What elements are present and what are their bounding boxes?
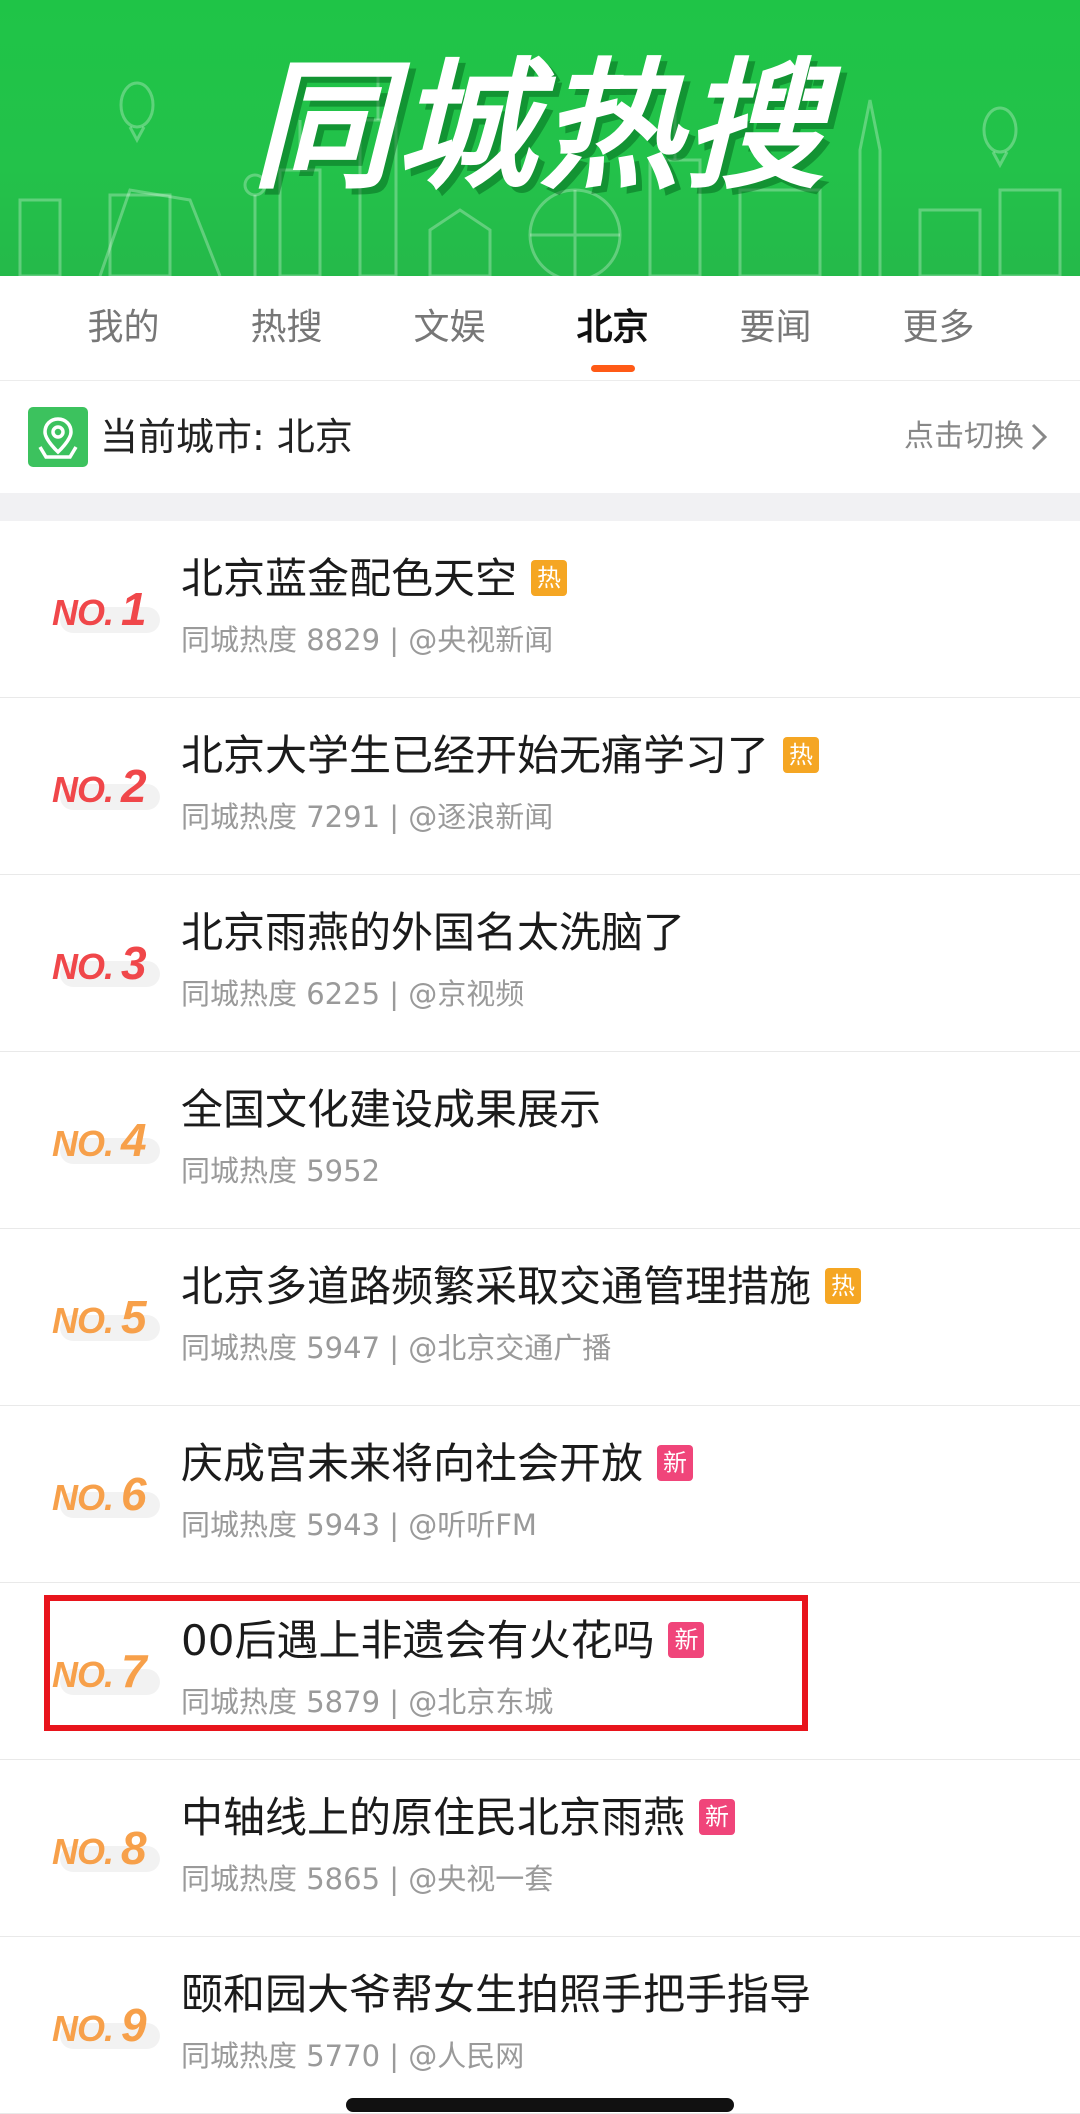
new-badge: 新 [699, 1798, 736, 1835]
tab-hot-search[interactable]: 热搜 [205, 276, 368, 380]
new-badge: 新 [657, 1444, 694, 1481]
rank-label: NO. 1 [50, 577, 170, 641]
list-item[interactable]: NO. 2 北京大学生已经开始无痛学习了热 同城热度 7291 | @逐浪新闻 [0, 698, 1080, 875]
list-item[interactable]: NO. 8 中轴线上的原住民北京雨燕新 同城热度 5865 | @央视一套 [0, 1760, 1080, 1937]
switch-city-link[interactable]: 点击切换 [904, 415, 1024, 459]
list-item[interactable]: NO. 9 颐和园大爷帮女生拍照手把手指导 同城热度 5770 | @人民网 [0, 1937, 1080, 2114]
location-map-icon [28, 407, 88, 467]
highlight-box [44, 1595, 808, 1731]
hot-search-list: NO. 1 北京蓝金配色天空热 同城热度 8829 | @央视新闻 NO. 2 北京… [0, 521, 1080, 2114]
item-meta: 同城热度 5865 | @央视一套 [181, 1862, 554, 1896]
item-meta: 同城热度 7291 | @逐浪新闻 [181, 800, 554, 834]
item-title: 全国文化建设成果展示 [181, 1085, 602, 1134]
rank-label: NO. 3 [50, 931, 170, 995]
current-city-bar[interactable]: 当前城市: 北京 点击切换 [0, 381, 1080, 493]
tab-news[interactable]: 要闻 [694, 276, 857, 380]
item-title: 北京多道路频繁采取交通管理措施热 [181, 1257, 862, 1317]
rank-label: NO. 5 [50, 1285, 170, 1349]
hot-badge: 热 [783, 736, 820, 773]
rank-label: NO. 8 [50, 1816, 170, 1880]
item-title: 庆成宫未来将向社会开放新 [181, 1434, 694, 1494]
item-meta: 同城热度 8829 | @央视新闻 [181, 623, 554, 657]
banner-title: 同城热搜 [251, 46, 828, 209]
item-meta: 同城热度 5947 | @北京交通广播 [181, 1331, 612, 1365]
hot-badge: 热 [531, 559, 568, 596]
item-meta: 同城热度 5770 | @人民网 [181, 2039, 525, 2073]
item-meta: 同城热度 5943 | @听听FM [181, 1508, 537, 1542]
item-meta: 同城热度 6225 | @京视频 [181, 977, 525, 1011]
tab-more[interactable]: 更多 [857, 276, 1020, 380]
current-city-label: 当前城市: 北京 [100, 415, 353, 459]
item-title: 中轴线上的原住民北京雨燕新 [181, 1788, 736, 1848]
rank-label: NO. 9 [50, 1993, 170, 2057]
rank-label: NO. 4 [50, 1108, 170, 1172]
item-title: 颐和园大爷帮女生拍照手把手指导 [181, 1970, 812, 2019]
chevron-right-icon [1031, 423, 1048, 451]
home-indicator[interactable] [346, 2098, 734, 2112]
tab-bar: 我的 热搜 文娱 北京 要闻 更多 [0, 276, 1080, 381]
list-item[interactable]: NO. 4 全国文化建设成果展示 同城热度 5952 [0, 1052, 1080, 1229]
section-divider [0, 493, 1080, 521]
banner: 同城热搜 [0, 0, 1080, 276]
list-item[interactable]: NO. 1 北京蓝金配色天空热 同城热度 8829 | @央视新闻 [0, 521, 1080, 698]
list-item[interactable]: NO. 6 庆成宫未来将向社会开放新 同城热度 5943 | @听听FM [0, 1406, 1080, 1583]
item-title: 北京雨燕的外国名太洗脑了 [181, 908, 686, 957]
tab-entertainment[interactable]: 文娱 [368, 276, 531, 380]
item-title: 北京大学生已经开始无痛学习了热 [181, 726, 820, 786]
tab-beijing[interactable]: 北京 [531, 276, 694, 380]
rank-label: NO. 2 [50, 754, 170, 818]
item-title: 北京蓝金配色天空热 [181, 549, 568, 609]
hot-badge: 热 [825, 1267, 862, 1304]
list-item[interactable]: NO. 3 北京雨燕的外国名太洗脑了 同城热度 6225 | @京视频 [0, 875, 1080, 1052]
list-item[interactable]: NO. 5 北京多道路频繁采取交通管理措施热 同城热度 5947 | @北京交通广… [0, 1229, 1080, 1406]
tab-mine[interactable]: 我的 [42, 276, 205, 380]
item-meta: 同城热度 5952 [181, 1154, 381, 1188]
rank-label: NO. 6 [50, 1462, 170, 1526]
